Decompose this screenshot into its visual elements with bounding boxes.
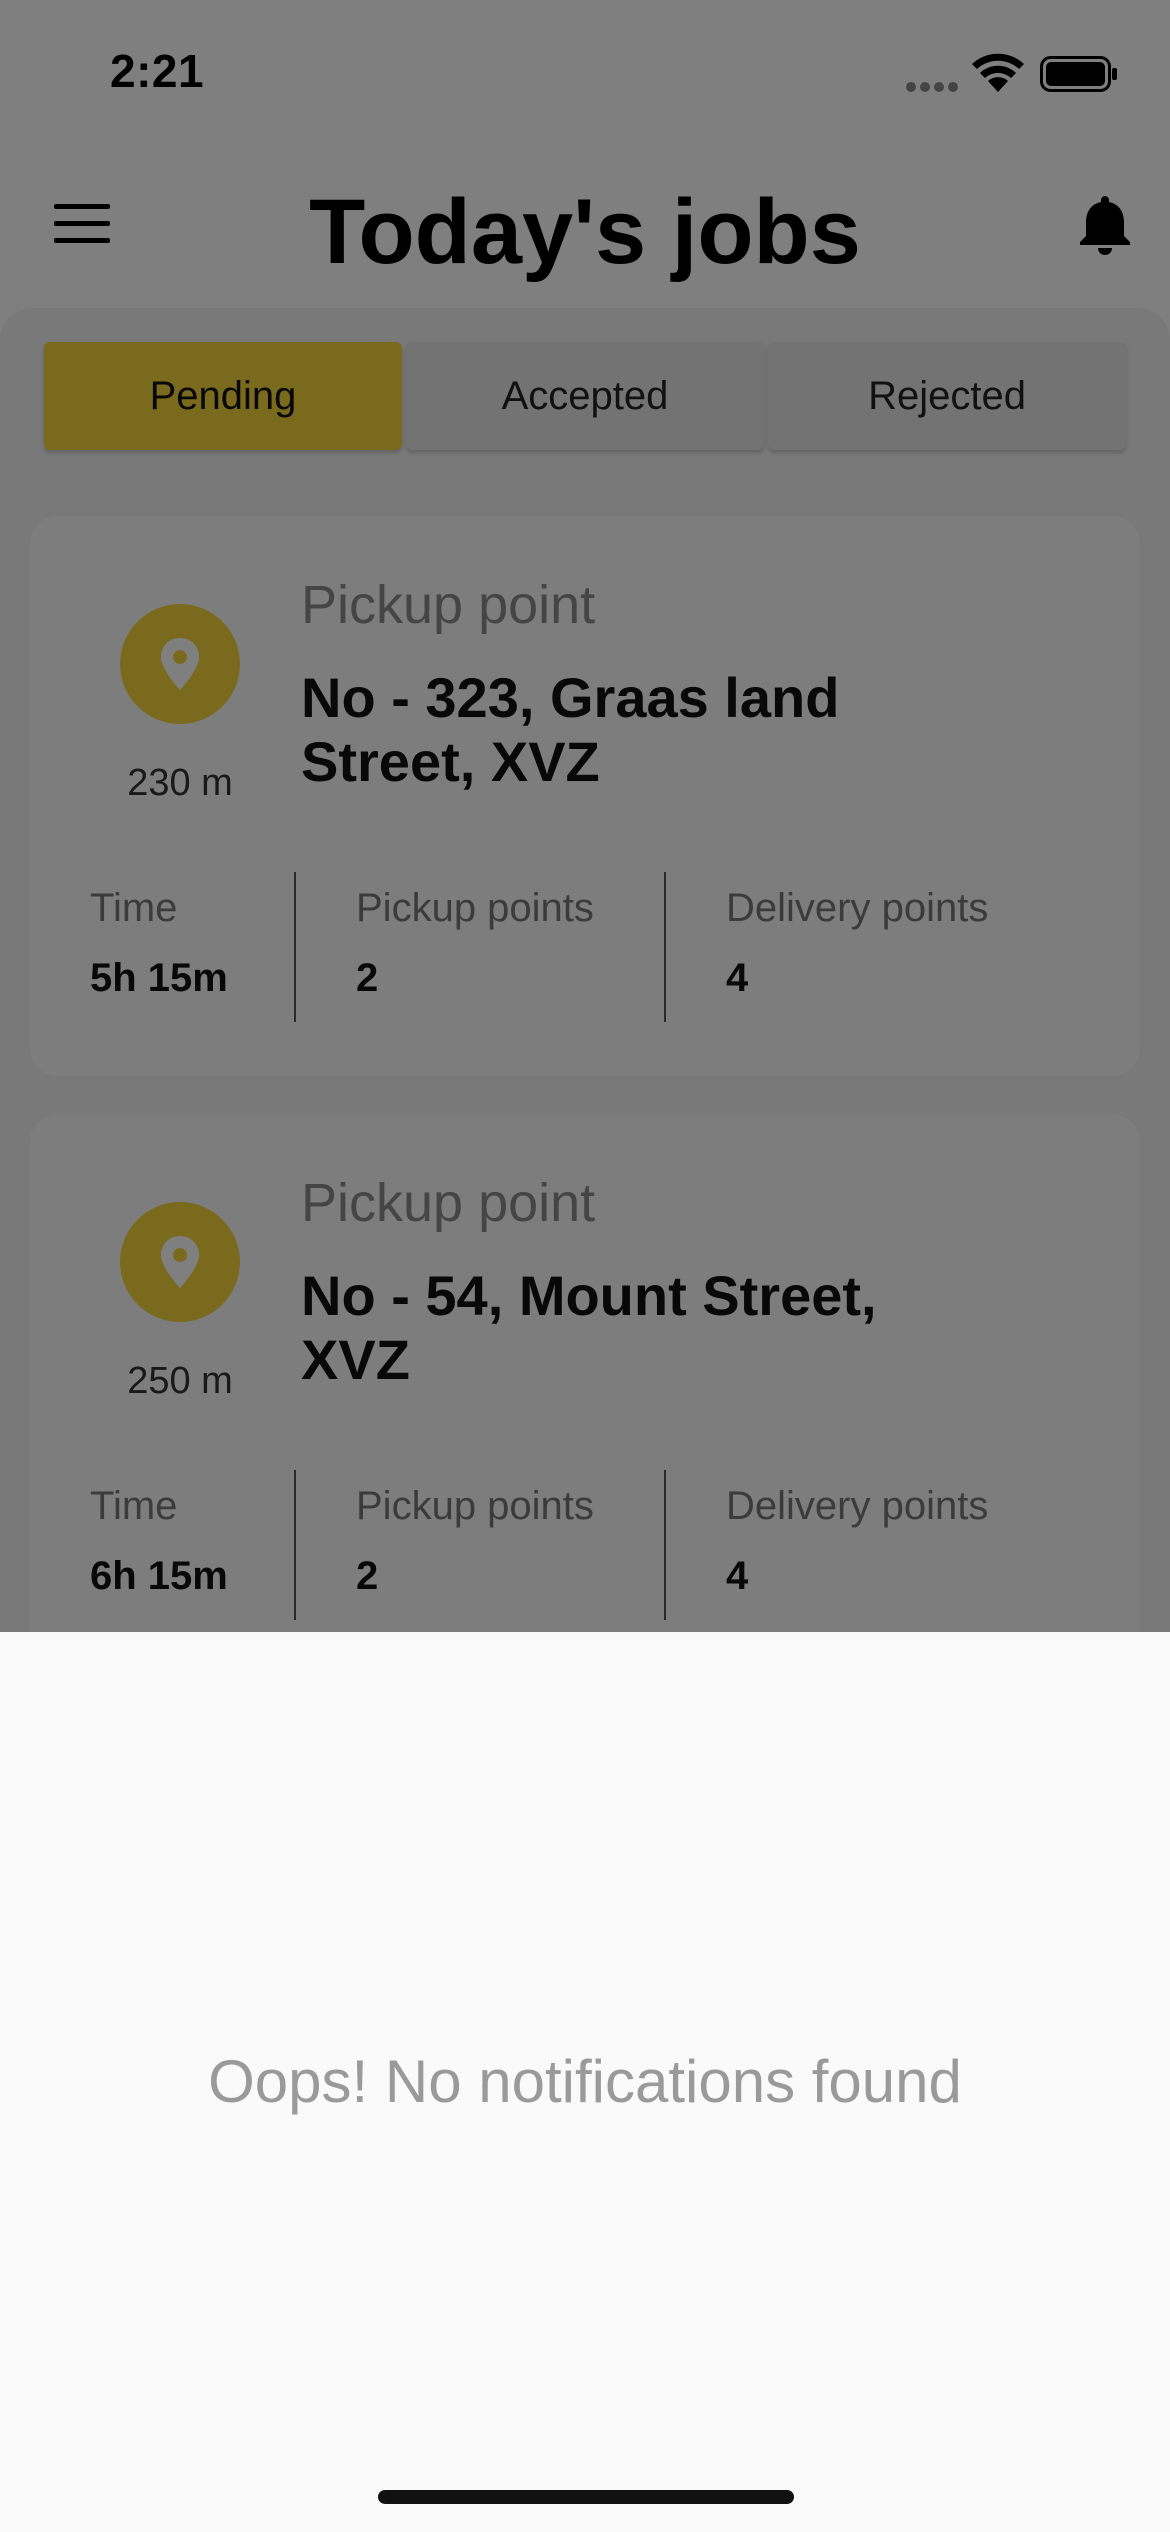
empty-notifications-message: Oops! No notifications found [208, 2048, 962, 2115]
app-screen: 2:21 Today's jobs [0, 0, 1170, 2532]
notifications-sheet: Oops! No notifications found [0, 1632, 1170, 2532]
modal-backdrop[interactable] [0, 0, 1170, 1632]
home-indicator[interactable] [378, 2490, 794, 2504]
